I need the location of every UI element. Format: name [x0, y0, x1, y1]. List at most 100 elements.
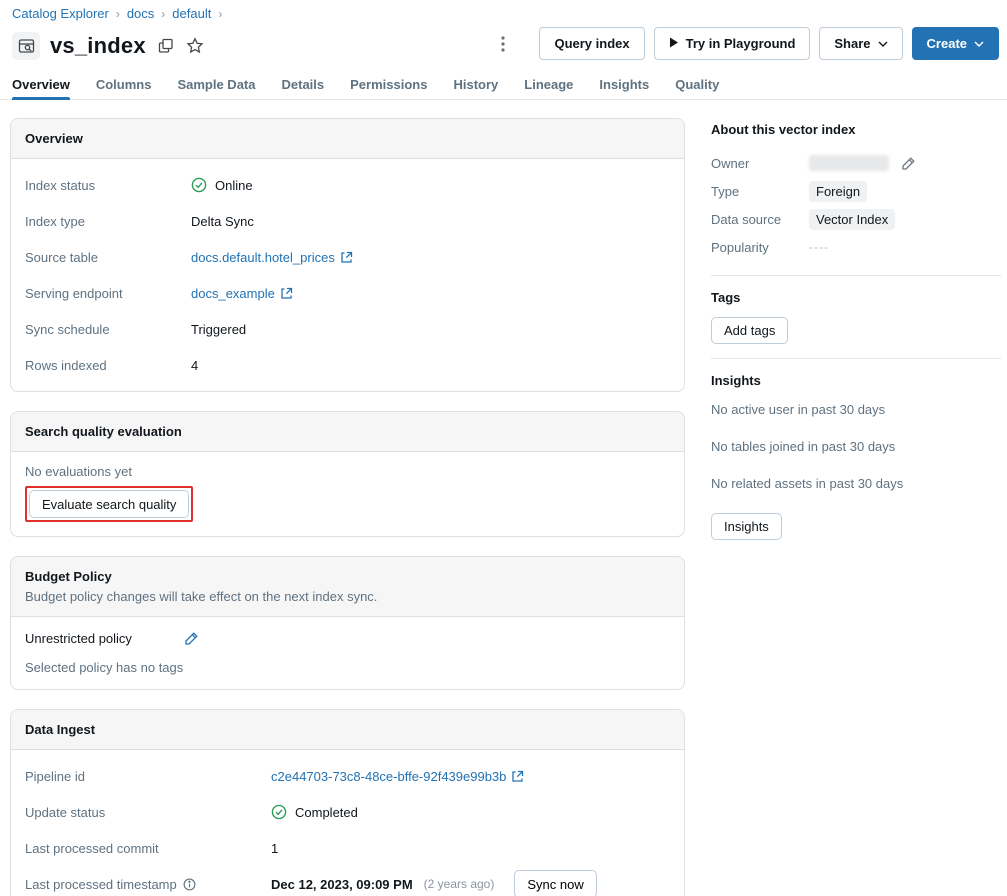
- row-label: Update status: [25, 804, 106, 820]
- edit-policy-pencil-icon[interactable]: [184, 631, 199, 646]
- status-badge: Online: [191, 177, 253, 193]
- tab-insights[interactable]: Insights: [599, 77, 649, 99]
- external-link-icon: [340, 251, 353, 264]
- search-quality-panel-header: Search quality evaluation: [11, 412, 684, 452]
- data-ingest-panel-title: Data Ingest: [25, 722, 96, 737]
- page-title: vs_index: [50, 33, 146, 58]
- breadcrumb-default[interactable]: default: [172, 6, 211, 21]
- check-circle-icon: [191, 177, 207, 193]
- overflow-menu-icon[interactable]: [490, 28, 516, 60]
- main-column: Overview Index status Online Index type …: [10, 118, 685, 896]
- overview-panel-title: Overview: [25, 131, 83, 146]
- row-label-text: Last processed timestamp: [25, 876, 177, 892]
- row-label: Rows indexed: [25, 357, 107, 373]
- query-index-button[interactable]: Query index: [539, 27, 645, 60]
- tab-sample-data[interactable]: Sample Data: [177, 77, 255, 99]
- owner-label: Owner: [711, 155, 750, 171]
- row-label: Last processed commit: [25, 840, 159, 856]
- tab-bar: Overview Columns Sample Data Details Per…: [0, 63, 1007, 100]
- sync-now-button[interactable]: Sync now: [514, 870, 597, 896]
- breadcrumb-separator: ›: [115, 6, 120, 21]
- row-label: Source table: [25, 249, 98, 265]
- breadcrumb-separator: ›: [218, 6, 223, 21]
- last-processed-timestamp-row: Last processed timestamp Dec 12, 2023, 0…: [11, 866, 684, 896]
- external-link-icon: [280, 287, 293, 300]
- budget-policy-panel-header: Budget Policy Budget policy changes will…: [11, 557, 684, 617]
- overview-panel: Overview Index status Online Index type …: [10, 118, 685, 392]
- create-button[interactable]: Create: [911, 27, 999, 60]
- tab-details[interactable]: Details: [282, 77, 325, 99]
- breadcrumb: Catalog Explorer › docs › default ›: [0, 0, 1007, 21]
- insights-section: Insights No active user in past 30 days …: [711, 373, 1001, 554]
- tags-section: Tags Add tags: [711, 290, 1001, 359]
- breadcrumb-catalog-explorer[interactable]: Catalog Explorer: [12, 6, 109, 21]
- row-label: Index type: [25, 213, 85, 229]
- tab-lineage[interactable]: Lineage: [524, 77, 573, 99]
- insights-button[interactable]: Insights: [711, 513, 782, 540]
- policy-name: Unrestricted policy: [25, 631, 132, 646]
- red-highlight-annotation: Evaluate search quality: [25, 486, 194, 522]
- index-status-row: Index status Online: [11, 167, 684, 203]
- tab-columns[interactable]: Columns: [96, 77, 152, 99]
- info-icon[interactable]: [183, 878, 196, 891]
- row-value: Triggered: [191, 321, 247, 337]
- owner-value-redacted: [809, 155, 889, 171]
- budget-policy-panel-body: Unrestricted policy Selected policy has …: [11, 617, 684, 689]
- edit-owner-pencil-icon[interactable]: [901, 156, 916, 171]
- try-in-playground-button[interactable]: Try in Playground: [653, 27, 811, 60]
- popularity-row: Popularity ----: [711, 233, 1001, 261]
- create-label: Create: [926, 36, 967, 51]
- insight-item: No related assets in past 30 days: [711, 476, 904, 491]
- about-section: About this vector index Owner Type Forei…: [711, 122, 1001, 276]
- data-source-row: Data source Vector Index: [711, 205, 1001, 233]
- row-label: Pipeline id: [25, 768, 85, 784]
- search-quality-panel: Search quality evaluation No evaluations…: [10, 411, 685, 537]
- type-badge: Foreign: [809, 180, 868, 202]
- popularity-value: ----: [809, 240, 829, 254]
- share-button[interactable]: Share: [819, 27, 903, 60]
- data-ingest-panel-header: Data Ingest: [11, 710, 684, 750]
- insight-item: No tables joined in past 30 days: [711, 439, 896, 454]
- update-status-row: Update status Completed: [11, 794, 684, 830]
- evaluate-search-quality-button[interactable]: Evaluate search quality: [29, 490, 190, 518]
- copy-icon[interactable]: [158, 38, 174, 54]
- policy-row: Unrestricted policy: [25, 631, 670, 646]
- status-text: Online: [215, 177, 253, 193]
- tab-history[interactable]: History: [453, 77, 498, 99]
- pipeline-id-link-text: c2e44703-73c8-48ce-bffe-92f439e99b3b: [271, 768, 507, 784]
- source-table-link-text: docs.default.hotel_prices: [191, 249, 335, 265]
- external-link-icon: [511, 770, 524, 783]
- breadcrumb-separator: ›: [161, 6, 166, 21]
- vector-index-icon: [12, 32, 40, 60]
- data-source-badge: Vector Index: [809, 208, 896, 230]
- search-quality-panel-title: Search quality evaluation: [25, 424, 182, 439]
- row-value: 1: [271, 840, 279, 856]
- chevron-down-icon: [878, 41, 888, 47]
- budget-policy-panel-subtitle: Budget policy changes will take effect o…: [25, 589, 378, 604]
- policy-note: Selected policy has no tags: [25, 660, 184, 675]
- star-favorite-icon[interactable]: [186, 37, 204, 55]
- data-ingest-panel: Data Ingest Pipeline id c2e44703-73c8-48…: [10, 709, 685, 896]
- source-table-link[interactable]: docs.default.hotel_prices: [191, 250, 353, 265]
- row-label: Index status: [25, 177, 96, 193]
- breadcrumb-docs[interactable]: docs: [127, 6, 154, 21]
- overview-panel-body: Index status Online Index type Delta Syn…: [11, 159, 684, 391]
- pipeline-id-row: Pipeline id c2e44703-73c8-48ce-bffe-92f4…: [11, 758, 684, 794]
- type-row: Type Foreign: [711, 177, 1001, 205]
- last-processed-commit-row: Last processed commit 1: [11, 830, 684, 866]
- add-tags-button[interactable]: Add tags: [711, 317, 789, 344]
- insight-item: No active user in past 30 days: [711, 402, 886, 417]
- header-actions: Query index Try in Playground Share Crea…: [490, 27, 999, 60]
- row-label: Sync schedule: [25, 321, 110, 337]
- data-ingest-panel-body: Pipeline id c2e44703-73c8-48ce-bffe-92f4…: [11, 750, 684, 896]
- serving-endpoint-link[interactable]: docs_example: [191, 286, 293, 301]
- pipeline-id-link[interactable]: c2e44703-73c8-48ce-bffe-92f439e99b3b: [271, 769, 524, 784]
- no-evaluations-text: No evaluations yet: [25, 464, 132, 479]
- tab-quality[interactable]: Quality: [675, 77, 719, 99]
- details-sidebar: About this vector index Owner Type Forei…: [711, 118, 1001, 896]
- insights-section-title: Insights: [711, 373, 761, 388]
- tab-permissions[interactable]: Permissions: [350, 77, 427, 99]
- sync-schedule-row: Sync schedule Triggered: [11, 311, 684, 347]
- budget-policy-panel-title: Budget Policy: [25, 569, 112, 584]
- tab-overview[interactable]: Overview: [12, 77, 70, 100]
